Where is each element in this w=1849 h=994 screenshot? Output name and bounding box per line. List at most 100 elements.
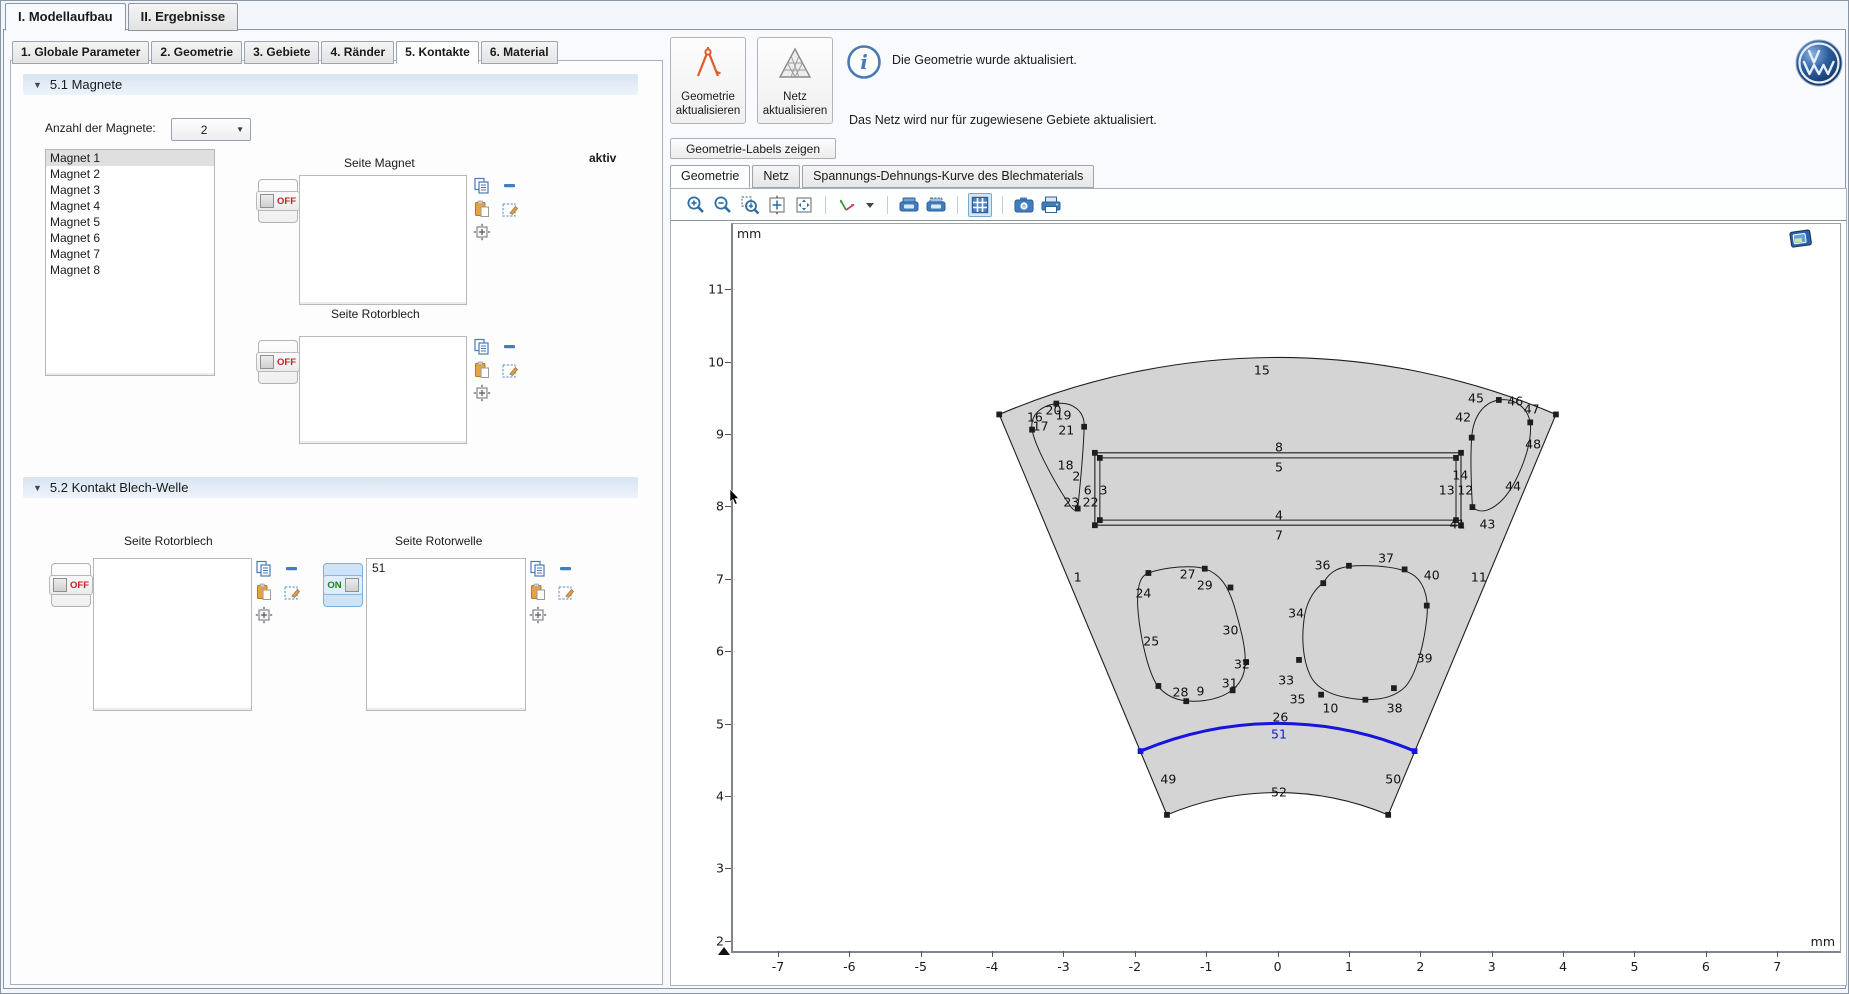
kontakt-rotorblech-selection-box[interactable] xyxy=(93,558,252,711)
paste-icon[interactable] xyxy=(255,583,273,601)
clear-selection-icon[interactable] xyxy=(557,583,575,601)
section-title: 5.2 Kontakt Blech-Welle xyxy=(50,480,189,495)
remove-icon[interactable] xyxy=(501,338,519,356)
clear-selection-icon[interactable] xyxy=(501,361,519,379)
seite-magnet-toggle[interactable]: OFF xyxy=(258,179,298,223)
y-axis-tick xyxy=(725,941,731,942)
x-axis-tick-label: -4 xyxy=(986,959,998,974)
section-header-magnete[interactable]: ▼ 5.1 Magnete xyxy=(23,74,638,95)
zoom-extents-icon[interactable] xyxy=(793,194,815,216)
view-axes-icon[interactable] xyxy=(836,194,858,216)
paste-icon[interactable] xyxy=(473,361,491,379)
image-snapshot-icon[interactable] xyxy=(898,194,920,216)
y-axis-tick-label: 4 xyxy=(716,789,724,804)
netz-aktualisieren-button[interactable]: Netz aktualisieren xyxy=(757,37,833,124)
clear-selection-icon[interactable] xyxy=(283,583,301,601)
x-axis-tick xyxy=(1706,951,1707,957)
y-axis-tick xyxy=(725,434,731,435)
seite-magnet-selection-box[interactable] xyxy=(299,175,467,305)
selection-entry[interactable]: 51 xyxy=(367,559,525,576)
tab-geometrie[interactable]: 2. Geometrie xyxy=(151,41,242,64)
zoom-selected-icon[interactable] xyxy=(766,194,788,216)
tab-gebiete[interactable]: 3. Gebiete xyxy=(244,41,319,64)
zoom-to-selection-icon[interactable] xyxy=(473,223,491,241)
kontakt-rotorblech-selection-icons xyxy=(255,560,303,624)
button-label: Netz aktualisieren xyxy=(758,90,832,118)
x-axis-tick xyxy=(1349,951,1350,957)
tab-ergebnisse[interactable]: II. Ergebnisse xyxy=(128,3,239,31)
list-item[interactable]: Magnet 2 xyxy=(46,166,214,182)
list-item[interactable]: Magnet 6 xyxy=(46,230,214,246)
tab-modellaufbau[interactable]: I. Modellaufbau xyxy=(5,3,126,31)
tab-material[interactable]: 6. Material xyxy=(481,41,558,64)
view-tab-spannungs-dehnungs-kurve[interactable]: Spannungs-Dehnungs-Kurve des Blechmateri… xyxy=(802,165,1094,188)
zoom-to-selection-icon[interactable] xyxy=(473,384,491,402)
grid-icon[interactable] xyxy=(968,193,992,217)
list-item[interactable]: Magnet 5 xyxy=(46,214,214,230)
copy-icon[interactable] xyxy=(529,560,547,578)
print-icon[interactable] xyxy=(1040,194,1062,216)
x-axis-tick-label: 1 xyxy=(1345,959,1353,974)
anzahl-magnete-select[interactable]: 2 ▼ xyxy=(171,118,251,141)
geometrie-labels-button[interactable]: Geometrie-Labels zeigen xyxy=(670,138,836,159)
x-axis-tick xyxy=(921,951,922,957)
x-axis-tick xyxy=(1420,951,1421,957)
magnet-listbox[interactable]: Magnet 1Magnet 2Magnet 3Magnet 4Magnet 5… xyxy=(45,149,215,376)
tab-kontakte[interactable]: 5. Kontakte xyxy=(396,41,479,64)
section-header-kontakt[interactable]: ▼ 5.2 Kontakt Blech-Welle xyxy=(23,477,638,498)
kontakt-rotorwelle-toggle[interactable]: ON xyxy=(323,563,363,607)
list-item[interactable]: Magnet 7 xyxy=(46,246,214,262)
x-axis-tick-label: -1 xyxy=(1200,959,1212,974)
x-axis-tick xyxy=(1492,951,1493,957)
mesh-note-message: Das Netz wird nur für zugewiesene Gebiet… xyxy=(849,113,1157,127)
kontakt-rotorblech-toggle[interactable]: OFF xyxy=(51,563,91,607)
plot-frame[interactable]: mm mm xyxy=(731,223,1841,953)
kontakt-rotorwelle-selection-box[interactable]: 51 xyxy=(366,558,526,711)
zoom-out-icon[interactable] xyxy=(712,194,734,216)
copy-icon[interactable] xyxy=(473,177,491,195)
plot-window-icon[interactable] xyxy=(1789,229,1814,254)
compass-icon xyxy=(690,46,726,84)
remove-icon[interactable] xyxy=(501,177,519,195)
svg-text:i: i xyxy=(860,50,868,74)
paste-icon[interactable] xyxy=(529,583,547,601)
copy-icon[interactable] xyxy=(255,560,273,578)
seite-rotorblech-title: Seite Rotorblech xyxy=(331,307,420,321)
copy-icon[interactable] xyxy=(473,338,491,356)
toggle-knob xyxy=(260,355,274,369)
remove-icon[interactable] xyxy=(283,560,301,578)
view-tab-geometrie[interactable]: Geometrie xyxy=(670,165,750,188)
paste-icon[interactable] xyxy=(473,200,491,218)
x-axis-tick-label: 6 xyxy=(1702,959,1710,974)
x-axis-tick xyxy=(1563,951,1564,957)
list-item[interactable]: Magnet 3 xyxy=(46,182,214,198)
seite-rotorblech-selection-icons xyxy=(473,338,521,402)
zoom-in-icon[interactable] xyxy=(685,194,707,216)
y-axis-tick-label: 7 xyxy=(716,571,724,586)
view-tab-netz[interactable]: Netz xyxy=(752,165,800,188)
zoom-to-selection-icon[interactable] xyxy=(529,606,547,624)
x-axis-tick-label: 5 xyxy=(1630,959,1638,974)
y-axis-tick xyxy=(725,579,731,580)
seite-rotorblech-toggle[interactable]: OFF xyxy=(258,340,298,384)
y-axis-tick xyxy=(725,289,731,290)
image-export-icon[interactable] xyxy=(925,194,947,216)
zoom-to-selection-icon[interactable] xyxy=(255,606,273,624)
x-axis-tick xyxy=(1278,951,1279,957)
view-tab-bar: Geometrie Netz Spannungs-Dehnungs-Kurve … xyxy=(670,165,1096,188)
clear-selection-icon[interactable] xyxy=(501,200,519,218)
tab-raender[interactable]: 4. Ränder xyxy=(321,41,394,64)
view-axes-dropdown-icon[interactable] xyxy=(863,194,877,216)
zoom-box-icon[interactable] xyxy=(739,194,761,216)
list-item[interactable]: Magnet 8 xyxy=(46,262,214,278)
x-axis-tick xyxy=(992,951,993,957)
geometrie-aktualisieren-button[interactable]: Geometrie aktualisieren xyxy=(670,37,746,124)
camera-icon[interactable] xyxy=(1013,194,1035,216)
y-axis-tick xyxy=(725,651,731,652)
seite-rotorblech-selection-box[interactable] xyxy=(299,336,467,444)
x-axis-tick-label: 2 xyxy=(1416,959,1424,974)
list-item[interactable]: Magnet 4 xyxy=(46,198,214,214)
tab-globale-parameter[interactable]: 1. Globale Parameter xyxy=(12,41,149,64)
list-item[interactable]: Magnet 1 xyxy=(46,150,214,166)
remove-icon[interactable] xyxy=(557,560,575,578)
